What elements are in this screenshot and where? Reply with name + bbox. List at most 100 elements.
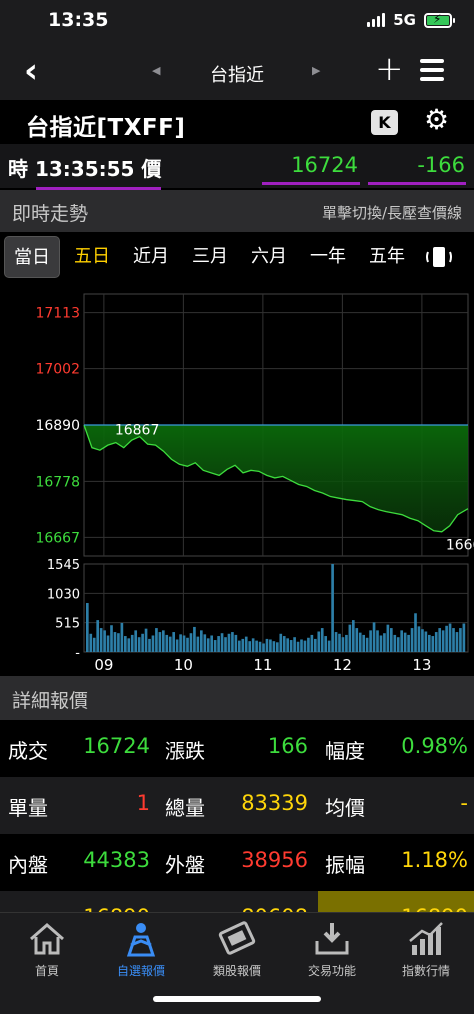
cell-label: 幅度 — [325, 739, 365, 763]
price-underline — [262, 182, 360, 185]
volume-bar — [96, 620, 100, 652]
volume-bar — [438, 628, 442, 652]
price-change: -166 — [417, 153, 465, 177]
volume-bar — [231, 632, 234, 652]
price-annotation: 16667 — [446, 537, 474, 553]
volume-bar — [213, 640, 217, 652]
volume-bar — [227, 633, 231, 652]
volume-bar — [372, 622, 376, 652]
volume-bar — [310, 634, 314, 652]
volume-bar — [179, 634, 182, 652]
prev-symbol-icon[interactable]: ◀ — [152, 64, 160, 77]
volume-bar — [410, 628, 414, 652]
volume-bar — [445, 625, 448, 652]
volume-bar — [348, 624, 352, 652]
tab-one-year[interactable]: 一年 — [300, 236, 356, 278]
cell-value: - — [460, 791, 468, 815]
volume-bar — [120, 622, 124, 652]
tab-near-month[interactable]: 近月 — [123, 236, 179, 278]
tabbar-sector[interactable]: 類股報價 — [192, 919, 282, 979]
tabbar-watchlist[interactable]: 自選報價 — [96, 919, 186, 979]
volume-tick-label: 1545 — [47, 558, 80, 573]
tabbar-label: 指數行情 — [401, 964, 450, 978]
tabbar-home[interactable]: 首頁 — [2, 919, 92, 979]
volume-bar — [200, 630, 203, 652]
volume-bar — [144, 628, 148, 652]
period-tabs: 當日 五日 近月 三月 六月 一年 五年 — [0, 232, 474, 282]
tab-five-year[interactable]: 五年 — [359, 236, 415, 278]
rotate-icon[interactable] — [424, 244, 454, 270]
volume-bar — [110, 625, 113, 652]
volume-bar — [390, 628, 393, 652]
battery-icon: ⚡ — [424, 12, 455, 28]
volume-bar — [217, 636, 220, 652]
tabbar-label: 類股報價 — [212, 964, 261, 978]
last-price: 16724 — [291, 153, 358, 177]
detail-row: 內盤 44383 外盤 38956 振幅 1.18% — [0, 834, 474, 891]
volume-bar — [175, 639, 179, 652]
volume-bar — [165, 634, 169, 652]
cell-value: 166 — [267, 734, 308, 758]
tabbar-trade[interactable]: 交易功能 — [287, 919, 377, 979]
price-area-fill — [84, 425, 468, 532]
cell-label: 總量 — [165, 796, 205, 820]
back-icon[interactable]: ‹ — [24, 54, 38, 88]
cell-label: 漲跌 — [165, 739, 205, 763]
detail-row: 單量 1 總量 83339 均價 - — [0, 777, 474, 834]
volume-bar — [162, 630, 165, 652]
volume-bar — [269, 639, 272, 652]
volume-bar — [182, 635, 186, 652]
menu-icon[interactable] — [420, 59, 444, 86]
volume-bar — [459, 628, 462, 652]
volume-bar — [448, 623, 452, 652]
volume-bar — [262, 643, 265, 652]
volume-bar — [258, 641, 262, 652]
volume-bar — [241, 638, 245, 652]
add-icon[interactable]: + — [375, 52, 404, 86]
volume-bar — [441, 630, 445, 652]
volume-bar — [196, 636, 200, 652]
tabbar-label: 首頁 — [34, 964, 59, 978]
tab-six-month[interactable]: 六月 — [241, 236, 297, 278]
volume-bar — [407, 634, 410, 652]
x-tick-label: 12 — [333, 656, 352, 674]
status-indicators: 5G ⚡ — [367, 11, 455, 29]
tab-three-month[interactable]: 三月 — [182, 236, 238, 278]
volume-bar — [124, 636, 127, 652]
tabbar-index[interactable]: 指數行情 — [381, 919, 471, 979]
volume-bar — [193, 626, 196, 652]
volume-bar — [320, 628, 324, 652]
volume-bar — [248, 641, 252, 652]
tab-today[interactable]: 當日 — [4, 236, 60, 278]
cell-label: 均價 — [325, 796, 365, 820]
volume-bar — [234, 634, 238, 652]
cell-value: 1.18% — [401, 848, 468, 872]
volume-bar — [203, 634, 207, 652]
volume-bar — [99, 628, 103, 652]
volume-bar — [286, 638, 290, 652]
intraday-chart[interactable]: 17113 17002 16890 16778 16667 16867 16667 154… — [0, 282, 474, 676]
volume-bar — [396, 637, 400, 652]
y-tick-label: 17002 — [35, 362, 80, 378]
volume-bar — [314, 638, 317, 652]
volume-bar — [293, 637, 296, 652]
y-tick-label: 16778 — [35, 474, 80, 490]
volume-bar — [117, 633, 120, 652]
volume-bar — [141, 633, 144, 652]
volume-bar — [300, 639, 303, 652]
status-time: 13:35 — [48, 9, 109, 31]
volume-bar — [158, 632, 162, 652]
gear-icon[interactable]: ⚙ — [424, 106, 449, 134]
x-tick-label: 10 — [174, 656, 193, 674]
cell-label: 內盤 — [8, 853, 48, 877]
next-symbol-icon[interactable]: ▶ — [312, 64, 320, 77]
nav-title[interactable]: 台指近 — [180, 61, 294, 87]
symbol-name: 台指近[TXFF] — [26, 115, 186, 141]
detail-title: 詳細報價 — [12, 690, 89, 712]
volume-tick-label: - — [75, 646, 80, 661]
volume-bar — [282, 636, 286, 652]
tab-five-day[interactable]: 五日 — [64, 236, 120, 278]
volume-bar — [86, 603, 89, 652]
kline-icon[interactable]: K — [371, 110, 398, 135]
x-tick-label: 13 — [412, 656, 431, 674]
